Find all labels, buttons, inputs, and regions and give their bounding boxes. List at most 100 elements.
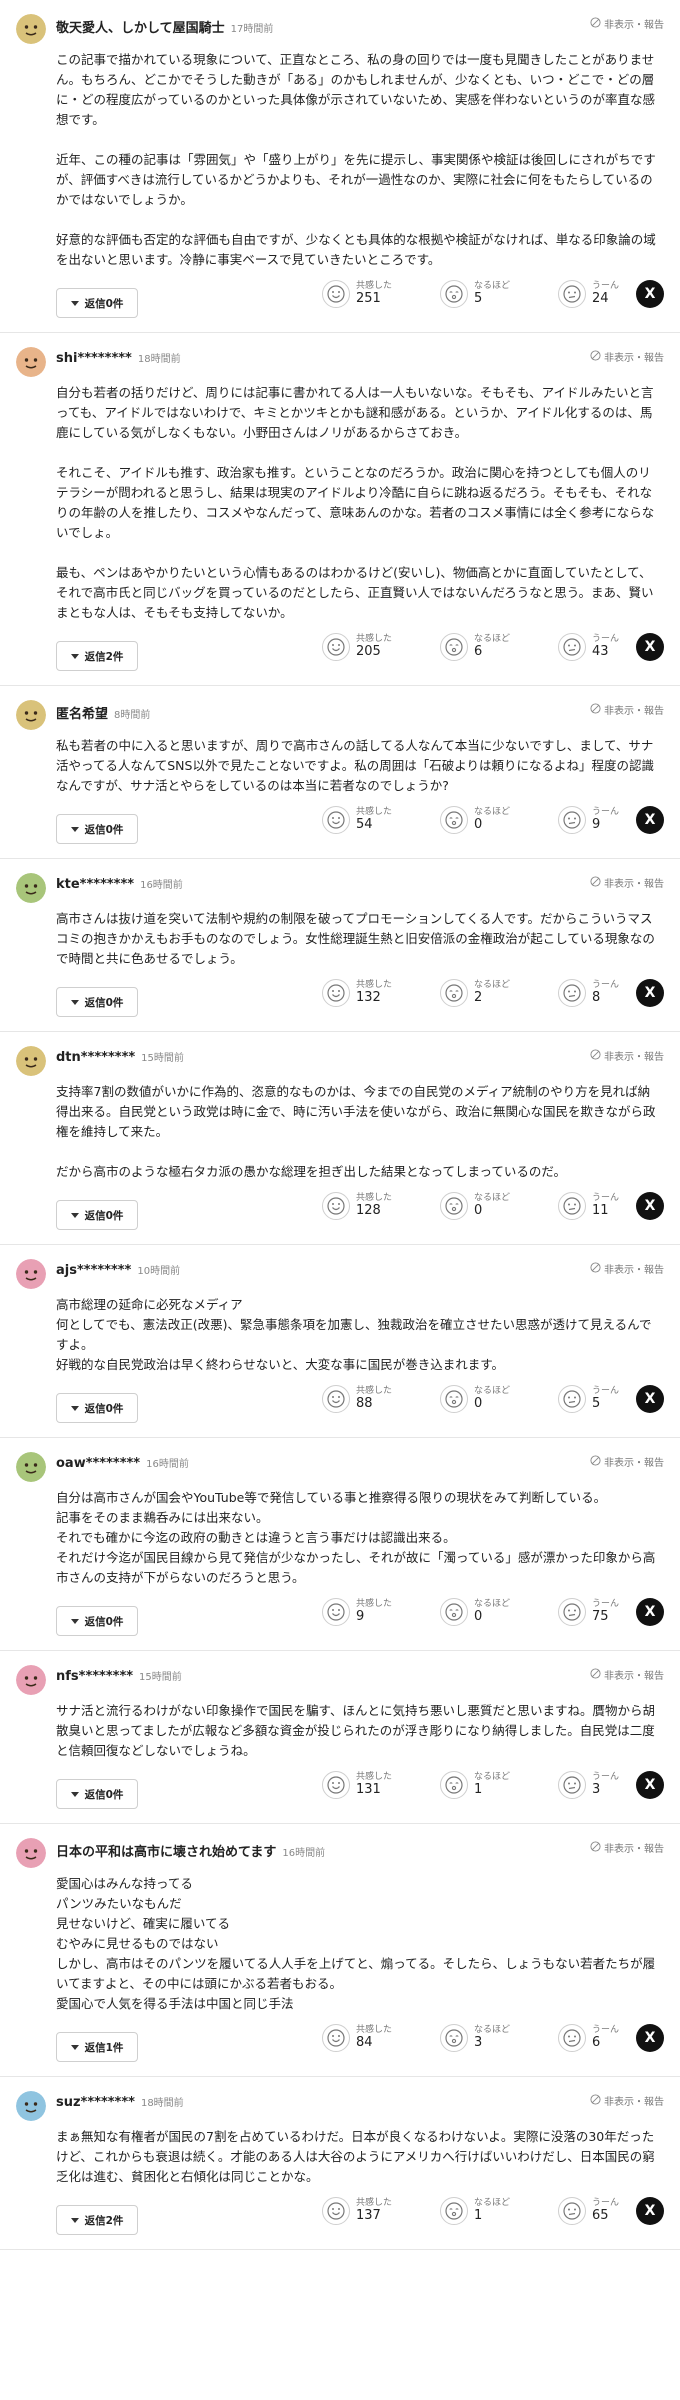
reply-toggle-button[interactable]: 返信0件 xyxy=(56,1200,138,1230)
hmm-button[interactable]: うーん 9 xyxy=(558,806,640,834)
x-share-button[interactable]: X xyxy=(636,280,664,308)
empathy-button[interactable]: 共感した 137 xyxy=(322,2197,440,2225)
insight-button[interactable]: なるほど 0 xyxy=(440,1385,558,1413)
x-share-button[interactable]: X xyxy=(636,979,664,1007)
comment-body: この記事で描かれている現象について、正直なところ、私の身の回りでは一度も見聞きし… xyxy=(56,50,658,270)
insight-button[interactable]: なるほど 2 xyxy=(440,979,558,1007)
reply-toggle-button[interactable]: 返信0件 xyxy=(56,987,138,1017)
empathy-button[interactable]: 共感した 88 xyxy=(322,1385,440,1413)
username-text[interactable]: shi******** xyxy=(56,351,132,366)
empathy-button[interactable]: 共感した 251 xyxy=(322,280,440,308)
avatar[interactable] xyxy=(16,1665,46,1695)
avatar[interactable] xyxy=(16,1838,46,1868)
empathy-button[interactable]: 共感した 128 xyxy=(322,1192,440,1220)
empathy-button[interactable]: 共感した 9 xyxy=(322,1598,440,1626)
username[interactable]: dtn******** 15時間前 xyxy=(56,1049,184,1065)
reply-toggle-button[interactable]: 返信0件 xyxy=(56,288,138,318)
hmm-button[interactable]: うーん 65 xyxy=(558,2197,640,2225)
avatar[interactable] xyxy=(16,347,46,377)
comment-item: oaw******** 16時間前 非表示・報告 自分は高市さんが国会やYouTube… xyxy=(0,1438,680,1651)
x-share-button[interactable]: X xyxy=(636,1771,664,1799)
avatar[interactable] xyxy=(16,873,46,903)
hide-report-button[interactable]: 非表示・報告 xyxy=(590,16,664,31)
username-text[interactable]: nfs******** xyxy=(56,1669,133,1684)
avatar[interactable] xyxy=(16,14,46,44)
x-share-button[interactable]: X xyxy=(636,806,664,834)
username-text[interactable]: dtn******** xyxy=(56,1050,135,1065)
username[interactable]: nfs******** 15時間前 xyxy=(56,1668,182,1684)
hide-report-button[interactable]: 非表示・報告 xyxy=(590,1261,664,1276)
username[interactable]: 日本の平和は高市に壊され始めてます 16時間前 xyxy=(56,1841,325,1860)
reply-toggle-button[interactable]: 返信0件 xyxy=(56,1606,138,1636)
x-share-button[interactable]: X xyxy=(636,1385,664,1413)
username[interactable]: 敬天愛人、しかして屋国騎士 17時間前 xyxy=(56,17,273,36)
insight-button[interactable]: なるほど 3 xyxy=(440,2024,558,2052)
hide-report-button[interactable]: 非表示・報告 xyxy=(590,349,664,364)
username-text[interactable]: 敬天愛人、しかして屋国騎士 xyxy=(56,21,225,36)
empathy-button[interactable]: 共感した 205 xyxy=(322,633,440,661)
insight-button[interactable]: なるほど 0 xyxy=(440,806,558,834)
insight-button[interactable]: なるほど 1 xyxy=(440,1771,558,1799)
x-share-button[interactable]: X xyxy=(636,1192,664,1220)
hmm-button[interactable]: うーん 24 xyxy=(558,280,640,308)
hide-report-button[interactable]: 非表示・報告 xyxy=(590,1048,664,1063)
comment-item: shi******** 18時間前 非表示・報告 自分も若者の括りだけど、周りには記事… xyxy=(0,333,680,686)
username-text[interactable]: oaw******** xyxy=(56,1456,140,1471)
username-text[interactable]: kte******** xyxy=(56,877,134,892)
avatar[interactable] xyxy=(16,1259,46,1289)
hide-report-button[interactable]: 非表示・報告 xyxy=(590,2093,664,2108)
insight-button[interactable]: なるほど 5 xyxy=(440,280,558,308)
hide-report-button[interactable]: 非表示・報告 xyxy=(590,1454,664,1469)
username[interactable]: kte******** 16時間前 xyxy=(56,876,183,892)
reply-toggle-button[interactable]: 返信0件 xyxy=(56,814,138,844)
username[interactable]: oaw******** 16時間前 xyxy=(56,1455,189,1471)
username[interactable]: suz******** 18時間前 xyxy=(56,2094,184,2110)
hmm-count: 75 xyxy=(592,1608,609,1624)
smile-face-icon xyxy=(322,280,350,308)
hmm-button[interactable]: うーん 75 xyxy=(558,1598,640,1626)
username-text[interactable]: 日本の平和は高市に壊され始めてます xyxy=(56,1845,276,1860)
triangle-down-icon xyxy=(70,1405,79,1411)
x-share-button[interactable]: X xyxy=(636,633,664,661)
hmm-button[interactable]: うーん 43 xyxy=(558,633,640,661)
hmm-button[interactable]: うーん 3 xyxy=(558,1771,640,1799)
reply-toggle-button[interactable]: 返信1件 xyxy=(56,2032,138,2062)
reply-toggle-button[interactable]: 返信2件 xyxy=(56,641,138,671)
x-share-button[interactable]: X xyxy=(636,2024,664,2052)
username-text[interactable]: suz******** xyxy=(56,2095,135,2110)
x-share-button[interactable]: X xyxy=(636,1598,664,1626)
avatar[interactable] xyxy=(16,2091,46,2121)
avatar[interactable] xyxy=(16,1046,46,1076)
username-text[interactable]: 匿名希望 xyxy=(56,707,108,722)
insight-button[interactable]: なるほど 0 xyxy=(440,1598,558,1626)
empathy-button[interactable]: 共感した 54 xyxy=(322,806,440,834)
username-text[interactable]: ajs******** xyxy=(56,1263,131,1278)
username[interactable]: 匿名希望 8時間前 xyxy=(56,703,150,722)
reply-toggle-button[interactable]: 返信0件 xyxy=(56,1393,138,1423)
reply-toggle-button[interactable]: 返信2件 xyxy=(56,2205,138,2235)
x-share-button[interactable]: X xyxy=(636,2197,664,2225)
hmm-button[interactable]: うーん 11 xyxy=(558,1192,640,1220)
avatar[interactable] xyxy=(16,700,46,730)
hmm-button[interactable]: うーん 6 xyxy=(558,2024,640,2052)
reaction-bar: 共感した 251 なるほど 5 うーん 24 X xyxy=(322,280,664,308)
insight-button[interactable]: なるほど 6 xyxy=(440,633,558,661)
empathy-button[interactable]: 共感した 84 xyxy=(322,2024,440,2052)
hide-report-button[interactable]: 非表示・報告 xyxy=(590,1840,664,1855)
hide-report-button[interactable]: 非表示・報告 xyxy=(590,875,664,890)
report-label: 非表示・報告 xyxy=(604,353,664,364)
insight-button[interactable]: なるほど 1 xyxy=(440,2197,558,2225)
avatar[interactable] xyxy=(16,1452,46,1482)
insight-button[interactable]: なるほど 0 xyxy=(440,1192,558,1220)
hide-report-button[interactable]: 非表示・報告 xyxy=(590,702,664,717)
hmm-button[interactable]: うーん 5 xyxy=(558,1385,640,1413)
triangle-down-icon xyxy=(70,1618,79,1624)
empathy-button[interactable]: 共感した 132 xyxy=(322,979,440,1007)
hide-report-button[interactable]: 非表示・報告 xyxy=(590,1667,664,1682)
username[interactable]: shi******** 18時間前 xyxy=(56,350,181,366)
hmm-button[interactable]: うーん 8 xyxy=(558,979,640,1007)
empathy-button[interactable]: 共感した 131 xyxy=(322,1771,440,1799)
username[interactable]: ajs******** 10時間前 xyxy=(56,1262,180,1278)
reply-toggle-button[interactable]: 返信0件 xyxy=(56,1779,138,1809)
reply-label: 返信0件 xyxy=(84,1788,124,1801)
